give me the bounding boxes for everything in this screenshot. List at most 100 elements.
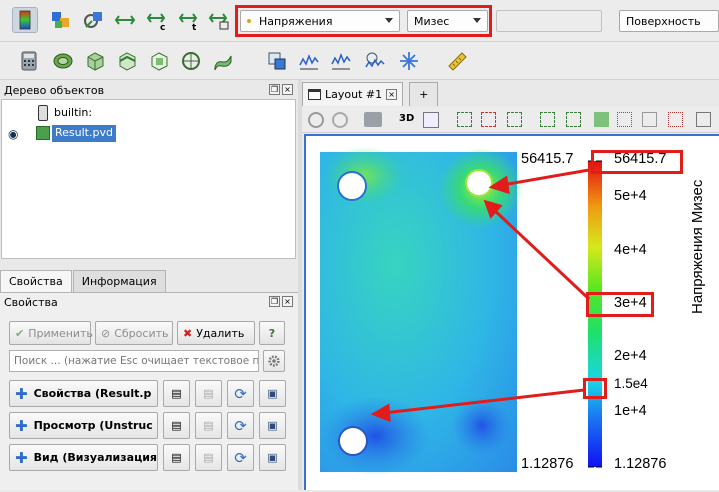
highlight-box-max: [591, 150, 683, 174]
threshold-icon[interactable]: [146, 48, 172, 74]
colorbar-min-left: 1.12876: [521, 456, 574, 472]
help-button[interactable]: ?: [259, 321, 285, 345]
warp-icon[interactable]: [210, 48, 236, 74]
select-cells-icon[interactable]: [457, 112, 472, 127]
color-map-editor-icon[interactable]: [12, 7, 38, 33]
copy-icon[interactable]: ▤: [163, 412, 190, 439]
colorbar-label: 1.5e4: [614, 376, 648, 391]
calculator-icon[interactable]: [16, 48, 42, 74]
zoom-data-icon[interactable]: [332, 112, 348, 128]
delete-icon: ✖: [183, 326, 193, 340]
highlight-box-variable: [235, 5, 492, 37]
paste-icon[interactable]: ▤: [195, 412, 222, 439]
paste-icon[interactable]: ▤: [195, 380, 222, 407]
stress-plot: [320, 146, 602, 476]
refresh-icon[interactable]: ⟳: [227, 380, 254, 407]
histogram-icon[interactable]: [328, 48, 354, 74]
render-view[interactable]: 56415.7 1.12876 56415.7 5e+4 4e+4 3e+4 2…: [304, 134, 719, 490]
close-icon[interactable]: ×: [282, 296, 293, 307]
section-display[interactable]: ✚ Вид (Визуализация: [9, 444, 158, 471]
extract-level-icon[interactable]: [264, 48, 290, 74]
toggle-3d-button[interactable]: 3D: [399, 113, 414, 124]
copy-icon[interactable]: ▤: [163, 444, 190, 471]
interactive-select-icon[interactable]: [423, 112, 439, 128]
refresh-icon[interactable]: ⟳: [227, 412, 254, 439]
glyph-icon[interactable]: [396, 48, 422, 74]
clear-selection-icon[interactable]: [642, 112, 657, 127]
extract-icon[interactable]: [178, 48, 204, 74]
reset-button[interactable]: ⊘ Сбросить: [95, 321, 173, 345]
slice-icon[interactable]: [114, 48, 140, 74]
tree-item-result[interactable]: Result.pvd: [52, 125, 116, 142]
colorbar-max-left: 56415.7: [521, 151, 574, 167]
dataset-icon: [36, 126, 50, 140]
splitter[interactable]: [298, 80, 302, 490]
svg-text:t: t: [192, 23, 197, 31]
rescale-range-icon[interactable]: [112, 7, 138, 33]
apply-button[interactable]: ✔ Применить: [9, 321, 93, 345]
select-points-frustum-icon[interactable]: [617, 112, 632, 127]
save-icon[interactable]: ▣: [259, 412, 286, 439]
contour-icon[interactable]: [50, 48, 76, 74]
main-toolbar: c t Напряжения Мизес Поверхность: [0, 0, 719, 42]
highlight-box-15e4: [583, 378, 607, 399]
color-legend-icon[interactable]: [48, 7, 74, 33]
advanced-gear-icon[interactable]: [263, 350, 285, 372]
tab-properties[interactable]: Свойства: [0, 270, 72, 292]
refresh-icon[interactable]: ⟳: [227, 444, 254, 471]
properties-title: Свойства: [4, 296, 58, 309]
panel-tabs: Свойства Информация: [0, 270, 167, 292]
grow-selection-icon[interactable]: [696, 112, 711, 127]
pipeline-title: Дерево объектов: [4, 84, 105, 97]
paste-icon[interactable]: ▤: [195, 444, 222, 471]
colorbar-label: 2e+4: [614, 348, 647, 364]
layout-tab[interactable]: Layout #1 ×: [302, 82, 404, 106]
properties-dock-buttons: ❐ ×: [269, 296, 293, 307]
plot-over-line-icon[interactable]: [296, 48, 322, 74]
section-properties[interactable]: ✚ Свойства (Result.p: [9, 380, 158, 407]
close-icon[interactable]: ×: [282, 84, 293, 95]
pipeline-tree[interactable]: builtin: ◉ Result.pvd: [1, 99, 296, 259]
float-icon[interactable]: ❐: [269, 84, 280, 95]
copy-icon[interactable]: ▤: [163, 380, 190, 407]
select-points-icon[interactable]: [481, 112, 496, 127]
rescale-custom-icon[interactable]: [80, 7, 106, 33]
filters-toolbar: [0, 42, 719, 80]
eye-icon[interactable]: ◉: [8, 127, 18, 141]
tree-item-builtin[interactable]: builtin:: [54, 106, 92, 119]
select-surface-icon[interactable]: [507, 112, 522, 127]
delete-button[interactable]: ✖ Удалить: [177, 321, 255, 345]
select-polygon-icon[interactable]: [566, 112, 581, 127]
probe-icon[interactable]: [362, 48, 388, 74]
plus-icon: ✚: [15, 416, 28, 435]
tab-information[interactable]: Информация: [72, 270, 166, 292]
highlight-box-3e4: [586, 292, 654, 317]
float-icon[interactable]: ❐: [269, 296, 280, 307]
pipeline-dock-buttons: ❐ ×: [269, 84, 293, 95]
plus-icon: ✚: [15, 384, 28, 403]
ruler-icon[interactable]: [444, 48, 470, 74]
colorbar-title: Напряжения Мизес: [689, 179, 706, 314]
server-icon: [38, 105, 48, 121]
save-icon[interactable]: ▣: [259, 444, 286, 471]
close-icon[interactable]: ×: [386, 89, 398, 100]
representation-select[interactable]: Поверхность: [619, 10, 719, 32]
reset-camera-icon[interactable]: [308, 112, 324, 128]
save-icon[interactable]: ▣: [259, 380, 286, 407]
svg-text:c: c: [160, 23, 165, 31]
colorbar-label: 5e+4: [614, 188, 647, 204]
rescale-visible-icon[interactable]: [206, 7, 232, 33]
select-block-icon[interactable]: [594, 112, 609, 127]
rescale-t-icon[interactable]: t: [176, 7, 202, 33]
camera-icon[interactable]: [364, 112, 382, 127]
empty-combo[interactable]: [496, 10, 602, 32]
rescale-c-icon[interactable]: c: [144, 7, 170, 33]
add-layout-button[interactable]: +: [409, 82, 439, 106]
property-search-input[interactable]: Поиск ... (нажатие Esc очищает текстовое…: [9, 350, 259, 372]
hover-points-icon[interactable]: [668, 112, 683, 127]
select-frustum-icon[interactable]: [540, 112, 555, 127]
clip-icon[interactable]: [82, 48, 108, 74]
colorbar-label: 1.12876: [614, 456, 667, 472]
colorbar-label: 1e+4: [614, 403, 647, 419]
section-view[interactable]: ✚ Просмотр (Unstruc: [9, 412, 158, 439]
